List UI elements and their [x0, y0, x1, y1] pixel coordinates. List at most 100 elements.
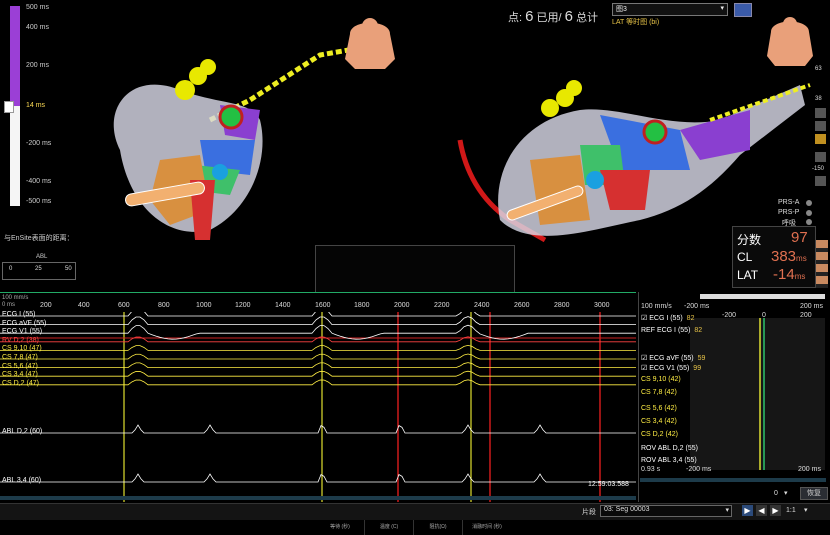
- ecg-scrollbar[interactable]: [0, 496, 636, 500]
- prs-a-toggle[interactable]: [806, 200, 812, 206]
- ecg-time-ticks: 200 400 600 800 1000 1200 1400 1600 1800…: [40, 302, 630, 312]
- points-used-value: 6: [525, 8, 534, 25]
- time-tick: 1200: [235, 302, 251, 309]
- lesion-marker: [541, 99, 559, 117]
- step-forward-icon[interactable]: ▶: [770, 505, 781, 516]
- map-settings-icon[interactable]: [734, 3, 752, 17]
- abl-34-label: ABL 3,4 (60): [2, 477, 42, 484]
- time-tick: 600: [118, 302, 130, 309]
- abl-trace: [0, 473, 636, 483]
- ecg-channel-label: ECG aVF (55): [2, 319, 47, 327]
- scale-tick: 400 ms: [26, 24, 49, 31]
- points-label: 点:: [508, 12, 523, 24]
- right-ecg-channel-label[interactable]: ☑ ECG aVF (55) 59: [641, 354, 705, 362]
- points-total-value: 6: [564, 8, 573, 25]
- scale-tick: 500 ms: [26, 4, 49, 11]
- lesion-marker: [566, 80, 582, 96]
- camera-icon[interactable]: [815, 108, 826, 118]
- ecg-channel-label: CS 9,10 (47): [2, 345, 42, 353]
- ecg-speed: 100 mm/s: [2, 295, 29, 301]
- surface-distance-label: 与EnSite表面的距离：: [4, 235, 74, 242]
- restore-button[interactable]: 恢复: [800, 487, 828, 500]
- ecg-traces: [0, 312, 636, 502]
- segment-label: 片段: [582, 509, 596, 516]
- right-ecg-scrollbar[interactable]: [640, 478, 826, 482]
- torso-orientation-icon[interactable]: [765, 14, 815, 69]
- orientation-icon[interactable]: [815, 134, 826, 144]
- ecg-channel-label: RV D,2 (38): [2, 336, 39, 344]
- ecg-channel-label: CS D,2 (47): [2, 379, 39, 387]
- right-ecg-header-bar[interactable]: [700, 294, 825, 299]
- prs-p-toggle[interactable]: [806, 210, 812, 216]
- hud-temperature-label: 温度 (C): [379, 524, 399, 530]
- right-ecg-dropdown[interactable]: ▾: [784, 489, 792, 497]
- right-ecg-channel-label[interactable]: ☑ ECG V1 (55) 99: [641, 364, 701, 372]
- ecg-trace: [0, 324, 636, 340]
- time-tick: 1000: [196, 302, 212, 309]
- lat-label: LAT: [737, 268, 759, 282]
- lesion-marker: [200, 59, 216, 75]
- rotate-icon[interactable]: [815, 121, 826, 131]
- abl-d2-label: ABL D,2 (60): [2, 428, 43, 435]
- ecg-trace: [0, 312, 636, 317]
- right-ecg-channel-label: CS D,2 (42): [641, 431, 678, 438]
- chevron-down-icon: ▾: [720, 5, 724, 12]
- gauge-tick: 0: [9, 266, 13, 272]
- time-tick: 2600: [514, 302, 530, 309]
- ecg-channel-label: CS 7,8 (47): [2, 354, 38, 361]
- scale-slider-handle[interactable]: [4, 101, 14, 113]
- square-icon[interactable]: [815, 176, 826, 186]
- ecg-channel-label: CS 3,4 (47): [2, 371, 38, 379]
- rotation-value: 38: [815, 96, 822, 102]
- ecg-channel-label: ECG V1 (55): [2, 328, 43, 336]
- map-select-value: 图3: [616, 6, 627, 13]
- catheter-electrode-marker: [586, 171, 604, 189]
- time-tick: 2800: [554, 302, 570, 309]
- time-tick: 1800: [354, 302, 370, 309]
- cl-value-group: 383ms: [771, 248, 807, 265]
- chevron-down-icon: ▾: [725, 507, 729, 514]
- side-thumbnails[interactable]: [816, 240, 828, 288]
- ecg-trace: [0, 370, 636, 377]
- ecg-trace: [0, 353, 636, 360]
- scale-tick: 14 ms: [26, 102, 46, 109]
- hud-ablation-time-label: 消融时间 (秒): [472, 524, 502, 530]
- catheter-electrode-marker: [212, 164, 228, 180]
- ablation-hud: 30 等待 (秒) 31 温度 (C) 102 阻抗(Ω) 19 消融时间 (秒…: [315, 245, 515, 535]
- scale-tick: -200 ms: [26, 140, 52, 147]
- map-name: LAT 等时图 (bi): [612, 19, 660, 26]
- map-select[interactable]: 图3 ▾: [612, 3, 728, 16]
- hud-impedance-label: 阻抗(Ω): [429, 524, 447, 530]
- score-panel: 分数 97 CL 383ms LAT -14ms: [732, 226, 816, 288]
- respiration-toggle[interactable]: [806, 219, 812, 225]
- time-tick: 2000: [394, 302, 410, 309]
- heart-map-view-right[interactable]: [450, 60, 820, 250]
- score-value: 97: [791, 229, 808, 246]
- cl-unit: ms: [796, 254, 807, 263]
- right-ecg-channel-label: ROV ABL D,2 (55): [641, 445, 698, 452]
- gauge-tick: 50: [65, 266, 72, 272]
- right-ecg-left-ms: -200 ms: [684, 303, 710, 310]
- ecg-offset: 0 ms: [2, 302, 16, 308]
- right-ecg-channel-label: REF ECG I (55) 82: [641, 327, 703, 334]
- right-ecg-duration: 0.93 s: [641, 466, 661, 473]
- catheter-electrode-marker: [218, 104, 244, 130]
- step-back-icon[interactable]: ◀: [756, 505, 767, 516]
- ecg-trace: [0, 362, 636, 368]
- segment-select[interactable]: 03: Seg 00003 ▾: [600, 505, 732, 517]
- prs-a-label: PRS-A: [778, 199, 800, 206]
- time-tick: 1400: [275, 302, 291, 309]
- lat-unit: ms: [794, 272, 806, 281]
- right-ecg-channel-value: 59: [697, 355, 706, 362]
- right-ecg-channel-label[interactable]: ☑ ECG I (55) 82: [641, 314, 694, 322]
- abl-trace: [0, 424, 636, 434]
- pin-icon[interactable]: [815, 152, 826, 162]
- cl-label: CL: [737, 250, 753, 264]
- ecg-trace: [0, 316, 636, 325]
- chevron-down-icon[interactable]: ▾: [804, 506, 808, 514]
- torso-orientation-icon[interactable]: [340, 14, 400, 74]
- time-tick: 200: [40, 302, 52, 309]
- playback-speed[interactable]: 1:1: [786, 507, 796, 514]
- play-icon[interactable]: ▶: [742, 505, 753, 516]
- abl-distance-gauge: 0 25 50: [2, 262, 76, 280]
